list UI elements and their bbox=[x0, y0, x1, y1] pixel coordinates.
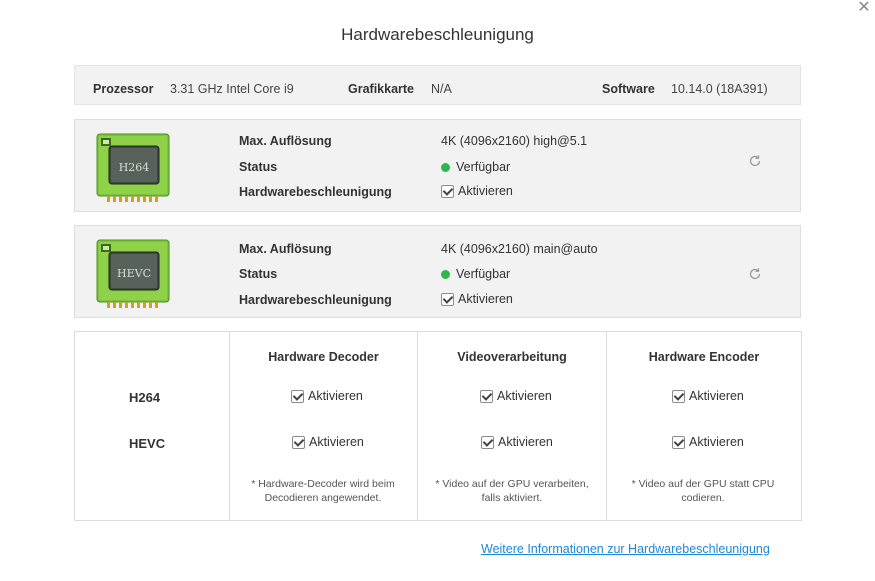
status-label: Status bbox=[239, 160, 278, 174]
processor-label: Prozessor bbox=[93, 82, 154, 96]
h264-decoder-toggle[interactable]: Aktivieren bbox=[291, 389, 363, 403]
checkbox-checked-icon[interactable] bbox=[481, 436, 494, 449]
gpu-label: Grafikkarte bbox=[348, 82, 415, 96]
checkbox-checked-icon[interactable] bbox=[291, 390, 304, 403]
accel-toggle-hevc[interactable]: Aktivieren bbox=[441, 292, 513, 306]
max-res-value: 4K (4096x2160) high@5.1 bbox=[441, 134, 588, 148]
checkbox-checked-icon[interactable] bbox=[292, 436, 305, 449]
refresh-icon[interactable] bbox=[748, 154, 762, 168]
h264-processing-toggle[interactable]: Aktivieren bbox=[480, 389, 552, 403]
refresh-icon[interactable] bbox=[748, 267, 762, 281]
encoder-note: * Video auf der GPU statt CPU codieren. bbox=[631, 478, 775, 504]
column-header-decoder: Hardware Decoder bbox=[268, 350, 379, 364]
hevc-processing-toggle[interactable]: Aktivieren bbox=[481, 435, 553, 449]
chip-label: H264 bbox=[119, 161, 150, 174]
chip-label: HEVC bbox=[117, 267, 151, 280]
codec-panel-hevc: HEVC Max. Auflösung 4K (4096x2160) main@… bbox=[74, 225, 801, 318]
accel-label: Hardwarebeschleunigung bbox=[239, 185, 392, 199]
checkbox-checked-icon[interactable] bbox=[672, 436, 685, 449]
hevc-chip-icon: HEVC bbox=[96, 239, 170, 308]
dialog-title: Hardwarebeschleunigung bbox=[341, 25, 534, 44]
checkbox-checked-icon[interactable] bbox=[672, 390, 685, 403]
processing-note: * Video auf der GPU verarbeiten, falls a… bbox=[435, 478, 589, 504]
more-info-link[interactable]: Weitere Informationen zur Hardwarebeschl… bbox=[481, 542, 770, 556]
accel-label: Hardwarebeschleunigung bbox=[239, 293, 392, 307]
max-res-value: 4K (4096x2160) main@auto bbox=[441, 242, 598, 256]
max-res-label: Max. Auflösung bbox=[239, 242, 332, 256]
row-header-h264: H264 bbox=[129, 390, 161, 405]
status-value: Verfügbar bbox=[441, 160, 510, 174]
status-dot-icon bbox=[441, 270, 450, 279]
h264-chip-icon: H264 bbox=[96, 133, 170, 202]
checkbox-checked-icon[interactable] bbox=[480, 390, 493, 403]
hevc-encoder-toggle[interactable]: Aktivieren bbox=[672, 435, 744, 449]
feature-table: Hardware Decoder Videoverarbeitung Hardw… bbox=[74, 331, 802, 521]
row-header-hevc: HEVC bbox=[129, 436, 166, 451]
checkbox-checked-icon[interactable] bbox=[441, 293, 454, 306]
hevc-decoder-toggle[interactable]: Aktivieren bbox=[292, 435, 364, 449]
column-header-encoder: Hardware Encoder bbox=[648, 350, 760, 364]
h264-encoder-toggle[interactable]: Aktivieren bbox=[672, 389, 744, 403]
software-label: Software bbox=[602, 82, 655, 96]
status-value: Verfügbar bbox=[441, 267, 510, 281]
column-header-processing: Videoverarbeitung bbox=[457, 350, 567, 364]
software-value: 10.14.0 (18A391) bbox=[671, 82, 768, 96]
status-label: Status bbox=[239, 267, 278, 281]
codec-panel-h264: H264 Max. Auflösung 4K (4096x2160) high@… bbox=[74, 119, 801, 212]
gpu-value: N/A bbox=[431, 82, 452, 96]
status-dot-icon bbox=[441, 163, 450, 172]
processor-value: 3.31 GHz Intel Core i9 bbox=[170, 82, 294, 96]
max-res-label: Max. Auflösung bbox=[239, 134, 332, 148]
checkbox-checked-icon[interactable] bbox=[441, 185, 454, 198]
close-icon[interactable]: ✕ bbox=[854, 0, 874, 16]
system-info-bar: Prozessor 3.31 GHz Intel Core i9 Grafikk… bbox=[74, 65, 801, 105]
decoder-note: * Hardware-Decoder wird beim Decodieren … bbox=[251, 478, 395, 504]
accel-toggle-h264[interactable]: Aktivieren bbox=[441, 184, 513, 198]
